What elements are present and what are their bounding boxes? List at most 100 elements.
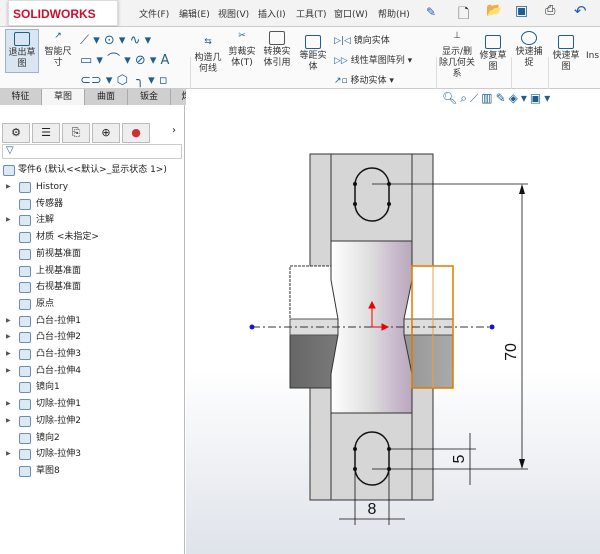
tree-item-label: 切除-拉伸3 [36, 449, 81, 460]
exit-sketch-button[interactable]: 退出草图 [5, 29, 39, 73]
quick-snaps-button[interactable]: 快速捕捉 [514, 31, 544, 69]
expand-arrow-icon[interactable]: ▶ [6, 313, 11, 329]
sketch-tools-grid[interactable]: ⟋ ▾ ⊙ ▾ ∿ ▾ ▭ ▾ ⌒ ▾ ⊘ ▾ A ⊂⊃ ▾ ⬡ ╮ ▾ ▫ [80, 31, 169, 91]
rapid-sketch-button[interactable]: 快速草图 [551, 35, 581, 73]
tree-item-label: 凸台-拉伸1 [36, 315, 81, 326]
menu-edit[interactable]: 编辑(E) [179, 7, 210, 20]
repair-sketch-button[interactable]: 修复草图 [478, 35, 508, 73]
tree-item[interactable]: ▶ 切除-拉伸2 [0, 413, 185, 430]
feature-icon [19, 248, 31, 260]
feature-icon [19, 449, 31, 461]
tree-item-label: 凸台-拉伸2 [36, 332, 81, 343]
expand-arrow-icon[interactable]: ▶ [6, 329, 11, 345]
tree-item[interactable]: 镜向2 [0, 430, 185, 447]
pin-icon[interactable]: ✎ [426, 5, 436, 19]
tree-item[interactable]: ▶ 凸台-拉伸2 [0, 329, 185, 346]
tree-item[interactable]: ▶ History [0, 179, 185, 196]
feature-icon [19, 382, 31, 394]
filter-input[interactable]: ▽ [2, 144, 182, 159]
menu-insert[interactable]: 插入(I) [258, 7, 286, 20]
tree-item[interactable]: 传感器 [0, 196, 185, 213]
offset-icon [305, 35, 321, 49]
feature-icon [19, 349, 31, 360]
tree-item-label: 前视基准面 [36, 248, 82, 259]
feature-icon [19, 282, 31, 294]
feature-icon [19, 215, 31, 227]
tab-sheet-metal[interactable]: 钣金 [128, 89, 171, 105]
move-entities-button[interactable]: ↗▫ 移动实体 ▾ [334, 71, 412, 91]
tree-item-label: 右视基准面 [36, 282, 82, 293]
configuration-manager-tab-icon[interactable]: ⎘ [62, 123, 90, 143]
tree-item-label: 凸台-拉伸3 [36, 349, 81, 359]
offset-entities-button[interactable]: 等距实体 [297, 35, 329, 73]
tab-sketch[interactable]: 草图 [42, 89, 85, 105]
display-manager-tab-icon[interactable]: ● [122, 123, 150, 143]
dimxpert-tab-icon[interactable]: ⊕ [92, 123, 120, 143]
tree-item[interactable]: ▶ 切除-拉伸3 [0, 446, 185, 463]
part-icon [3, 165, 15, 176]
sketch-drawing[interactable]: 70 5 8 [186, 89, 600, 554]
feature-icon [19, 465, 31, 477]
save-icon[interactable]: ▣ [515, 3, 528, 19]
linear-pattern-button[interactable]: ▷▷ 线性草图阵列 ▾ [334, 51, 412, 71]
menu-tools[interactable]: 工具(T) [296, 7, 327, 20]
new-file-icon[interactable]: 🗋 [458, 3, 469, 27]
tree-item[interactable]: 原点 [0, 296, 185, 313]
menu-file[interactable]: 文件(F) [139, 7, 169, 20]
solidworks-logo: SOLIDWORKS [8, 0, 118, 26]
tab-surfaces[interactable]: 曲面 [85, 89, 128, 105]
tree-item[interactable]: 右视基准面 [0, 279, 185, 296]
expand-arrow-icon[interactable]: ▶ [6, 396, 11, 412]
expand-arrow-icon[interactable]: › [172, 125, 176, 136]
smart-dimension-icon: ↗ [54, 31, 62, 41]
instant2d-button[interactable]: Ins [586, 51, 599, 62]
feature-icon [19, 365, 31, 377]
graphics-viewport[interactable]: 🔍︎⌕⟋▥✎◈▾▣▾ 70 5 8 [186, 89, 600, 554]
feature-manager-tab-icon[interactable]: ⚙ [2, 123, 30, 143]
construction-geometry-button[interactable]: ⇆ 构造几何线 [192, 37, 224, 75]
tree-item[interactable]: 材质 <未指定> [0, 229, 185, 246]
tree-item[interactable]: ▶ 凸台-拉伸3 [0, 346, 185, 363]
tree-item-label: 切除-拉伸1 [36, 399, 81, 410]
convert-entities-button[interactable]: 转换实体引用 [261, 31, 293, 69]
move-icon: ↗▫ [334, 76, 351, 86]
dimension-8: 8 [368, 501, 377, 518]
print-icon[interactable]: ⎙ [545, 3, 555, 18]
menu-view[interactable]: 视图(V) [218, 7, 249, 20]
tree-item-label: 传感器 [36, 198, 64, 209]
tree-item[interactable]: 上视基准面 [0, 263, 185, 280]
tree-item[interactable]: ▶ 凸台-拉伸1 [0, 313, 185, 330]
expand-arrow-icon[interactable]: ▶ [6, 363, 11, 379]
tree-item-label: 注解 [36, 215, 55, 226]
tree-item[interactable]: ▶ 凸台-拉伸4 [0, 363, 185, 380]
expand-arrow-icon[interactable]: ▶ [6, 179, 11, 195]
dimension-5: 5 [451, 454, 468, 463]
tab-features[interactable]: 特征 [0, 89, 42, 105]
linear-pattern-icon: ▷▷ [334, 56, 351, 66]
expand-arrow-icon[interactable]: ▶ [6, 413, 11, 429]
menu-help[interactable]: 帮助(H) [378, 7, 410, 20]
tree-root[interactable]: 零件6 (默认<<默认>_显示状态 1>) [0, 162, 185, 179]
tree-item[interactable]: 前视基准面 [0, 246, 185, 263]
mirror-entities-button[interactable]: ▷|◁ 镜向实体 [334, 31, 412, 51]
tree-item[interactable]: ▶ 注解 [0, 212, 185, 229]
command-manager-ribbon: 退出草图 ↗ 智能尺寸 ⟋ ▾ ⊙ ▾ ∿ ▾ ▭ ▾ ⌒ ▾ ⊘ ▾ A ⊂⊃ ▾ … [0, 27, 600, 113]
expand-arrow-icon[interactable]: ▶ [6, 212, 11, 228]
tree-item[interactable]: ▶ 切除-拉伸1 [0, 396, 185, 413]
trim-entities-button[interactable]: ✂ 剪裁实体(T) [226, 31, 258, 69]
tree-item-label: 材质 <未指定> [36, 232, 99, 243]
expand-arrow-icon[interactable]: ▶ [6, 446, 11, 462]
undo-icon[interactable]: ↶ [574, 2, 587, 20]
tree-item[interactable]: 草图8 [0, 463, 185, 480]
smart-dimension-button[interactable]: ↗ 智能尺寸 [41, 31, 75, 69]
feature-icon [19, 298, 31, 310]
menu-window[interactable]: 窗口(W) [334, 7, 368, 20]
expand-arrow-icon[interactable]: ▶ [6, 346, 11, 362]
repair-sketch-icon [485, 35, 501, 49]
relations-icon: ⊥ [453, 31, 461, 41]
open-file-icon[interactable]: 📂 [486, 3, 502, 18]
property-manager-tab-icon[interactable]: ☰ [32, 123, 60, 143]
display-delete-relations-button[interactable]: ⊥ 显示/删除几何关系 [438, 31, 476, 80]
feature-icon [19, 415, 31, 427]
tree-item[interactable]: 镜向1 [0, 379, 185, 396]
